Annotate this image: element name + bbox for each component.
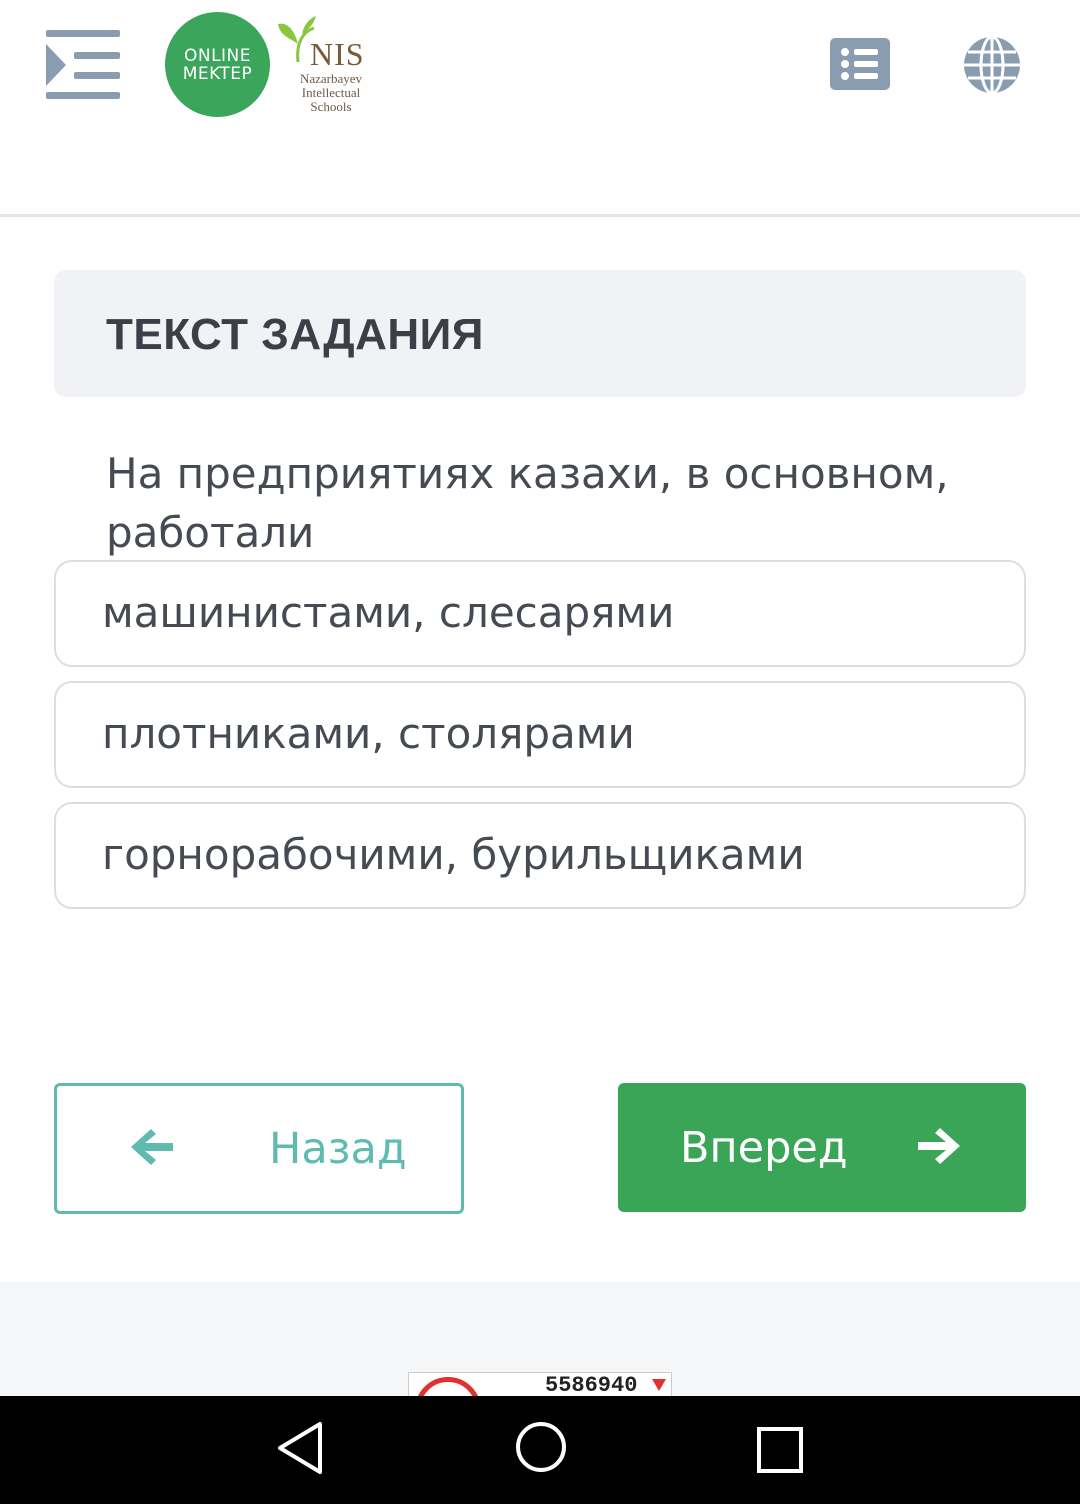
question-text: На предприятиях казахи, в основном, рабо…: [106, 449, 949, 557]
task-title: ТЕКСТ ЗАДАНИЯ: [106, 310, 484, 359]
answer-option[interactable]: машинистами, слесарями: [54, 560, 1026, 667]
nis-subtitle-line3: Schools: [310, 99, 352, 114]
app-header: ONLINE MEKTEP NIS Nazarbayev Intellectua…: [0, 0, 1080, 217]
logo-text-line2: MEKTEP: [182, 63, 253, 84]
next-button-label: Вперед: [680, 1123, 848, 1173]
counter-logo-icon: [415, 1377, 481, 1397]
back-button[interactable]: Назад: [54, 1083, 464, 1214]
nis-logo: NIS Nazarbayev Intellectual Schools: [276, 14, 376, 118]
android-navigation-bar: [0, 1396, 1080, 1504]
nav-back-icon[interactable]: [274, 1420, 326, 1476]
page-footer: 5586940: [0, 1282, 1080, 1397]
nis-subtitle-line2: Intellectual: [301, 85, 361, 100]
back-button-label: Назад: [269, 1124, 407, 1174]
answer-option-label: плотниками, столярами: [102, 709, 635, 758]
globe-icon[interactable]: [962, 35, 1022, 95]
nis-subtitle: Nazarbayev Intellectual Schools: [286, 72, 376, 114]
answer-option-label: машинистами, слесарями: [102, 588, 675, 637]
arrow-left-icon: [131, 1129, 173, 1165]
logo-text-line1: ONLINE: [183, 45, 252, 66]
arrow-right-icon: [918, 1128, 960, 1164]
down-triangle-icon: [652, 1379, 666, 1391]
nis-title: NIS: [310, 36, 365, 72]
visitor-counter[interactable]: 5586940: [408, 1372, 672, 1397]
next-button[interactable]: Вперед: [618, 1083, 1026, 1212]
answer-option[interactable]: плотниками, столярами: [54, 681, 1026, 788]
online-mektep-logo[interactable]: ONLINE MEKTEP: [165, 12, 270, 117]
nis-subtitle-line1: Nazarbayev: [299, 71, 363, 86]
answer-option-label: горнорабочими, бурильщиками: [102, 830, 805, 879]
counter-value: 5586940: [545, 1373, 638, 1397]
menu-expand-icon[interactable]: [44, 28, 122, 102]
list-icon[interactable]: [830, 38, 890, 90]
task-header-box: ТЕКСТ ЗАДАНИЯ: [54, 270, 1026, 397]
nav-home-icon[interactable]: [514, 1420, 568, 1474]
nav-recent-apps-icon[interactable]: [756, 1426, 804, 1474]
answer-option[interactable]: горнорабочими, бурильщиками: [54, 802, 1026, 909]
